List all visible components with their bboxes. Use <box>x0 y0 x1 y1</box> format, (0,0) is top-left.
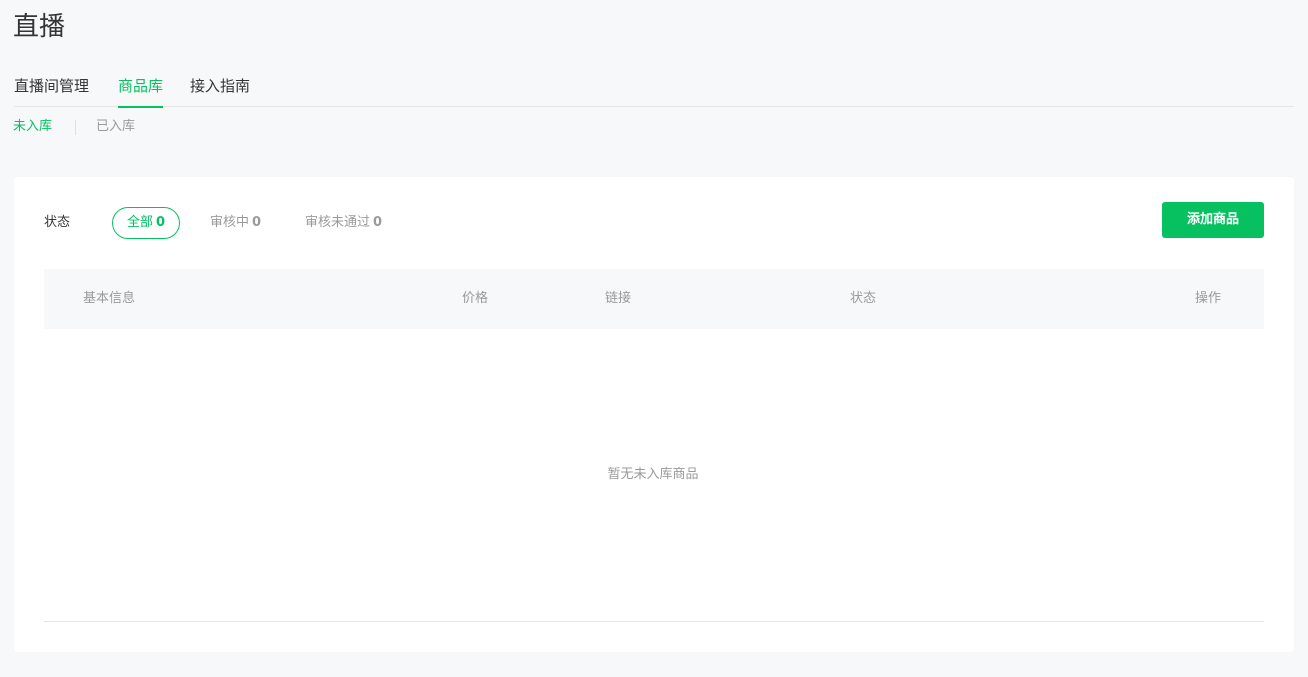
column-header-price: 价格 <box>462 291 489 306</box>
filter-all-label: 全部 <box>127 215 154 230</box>
page: 直播 直播间管理 商品库 接入指南 未入库 已入库 状态 全部 0 审核中 0 审核… <box>0 0 1308 677</box>
column-header-status: 状态 <box>850 291 877 306</box>
tab-product-library[interactable]: 商品库 <box>118 75 164 108</box>
empty-state-text: 暂无未入库商品 <box>607 467 699 482</box>
tab-live-room-management[interactable]: 直播间管理 <box>14 75 89 106</box>
sub-tab-divider <box>75 120 76 135</box>
table-bottom-divider <box>44 621 1264 622</box>
column-header-basic-info: 基本信息 <box>83 291 136 306</box>
page-title: 直播 <box>13 12 66 42</box>
column-header-actions: 操作 <box>1195 291 1222 306</box>
add-product-button[interactable]: 添加商品 <box>1162 202 1264 238</box>
filter-under-review[interactable]: 审核中 0 <box>210 214 261 232</box>
filter-under-review-label: 审核中 <box>210 215 250 230</box>
filter-all[interactable]: 全部 0 <box>112 207 181 239</box>
product-list-card: 状态 全部 0 审核中 0 审核未通过 0 添加商品 基本信息 价格 链接 状态 操作… <box>14 177 1294 652</box>
status-filter-label: 状态 <box>44 215 71 230</box>
sub-tab-stocked[interactable]: 已入库 <box>96 118 135 136</box>
filter-all-count: 0 <box>156 215 166 230</box>
sub-tab-not-stocked[interactable]: 未入库 <box>13 118 52 136</box>
filter-under-review-count: 0 <box>252 215 262 230</box>
filter-rejected-label: 审核未通过 <box>305 215 371 230</box>
tab-integration-guide[interactable]: 接入指南 <box>190 75 250 106</box>
filter-rejected[interactable]: 审核未通过 0 <box>305 214 382 232</box>
table-header: 基本信息 价格 链接 状态 操作 <box>44 269 1264 329</box>
column-header-link: 链接 <box>605 291 632 306</box>
main-tab-bar: 直播间管理 商品库 接入指南 <box>14 70 1294 108</box>
filter-rejected-count: 0 <box>373 215 383 230</box>
